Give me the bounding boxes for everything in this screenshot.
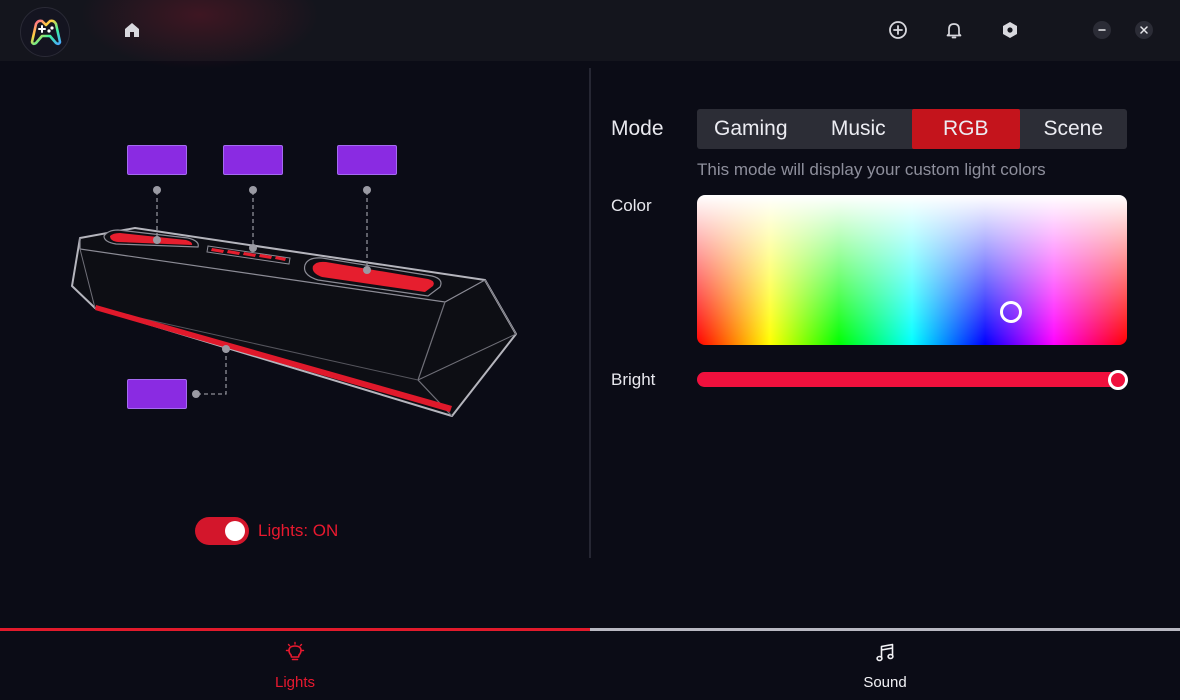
brightness-slider-fill	[697, 372, 1119, 387]
bright-label: Bright	[611, 370, 656, 389]
toggle-knob	[225, 521, 245, 541]
mode-option-music[interactable]: Music	[805, 109, 913, 149]
title-bar	[0, 0, 1180, 70]
lights-toggle[interactable]	[195, 517, 249, 545]
tab-lights-label: Lights	[274, 673, 316, 691]
brightness-slider[interactable]	[697, 369, 1129, 390]
mode-description: This mode will display your custom light…	[697, 160, 1046, 179]
mode-option-scene[interactable]: Scene	[1020, 109, 1128, 149]
zone-top-center-button[interactable]	[223, 145, 283, 175]
tab-lights[interactable]: Lights	[0, 631, 590, 700]
panel-divider	[589, 68, 591, 558]
brightness-slider-thumb[interactable]	[1108, 369, 1129, 390]
tab-sound[interactable]: Sound	[590, 631, 1180, 700]
hexagon-settings-icon[interactable]	[998, 18, 1022, 42]
minimize-icon[interactable]	[1093, 21, 1111, 39]
lightbulb-icon	[283, 641, 307, 670]
tab-sound-label: Sound	[863, 673, 907, 691]
home-icon[interactable]	[120, 18, 144, 42]
mode-label: Mode	[611, 117, 664, 140]
color-picker-handle[interactable]	[999, 301, 1022, 323]
mode-option-rgb[interactable]: RGB	[912, 109, 1020, 149]
lights-status-label: Lights: ON	[258, 521, 339, 540]
add-circle-icon[interactable]	[886, 18, 910, 42]
music-note-icon	[873, 641, 897, 670]
zone-top-right-button[interactable]	[337, 145, 397, 175]
mode-option-gaming[interactable]: Gaming	[697, 109, 805, 149]
color-label: Color	[611, 196, 652, 215]
mode-segmented-control: Gaming Music RGB Scene	[697, 109, 1127, 149]
color-picker-spectrum[interactable]	[697, 195, 1127, 345]
zone-top-left-button[interactable]	[127, 145, 187, 175]
soundbar-illustration	[71, 186, 517, 417]
close-icon[interactable]	[1135, 21, 1153, 39]
gamepad-logo-icon[interactable]	[20, 7, 70, 57]
bell-icon[interactable]	[942, 18, 966, 42]
